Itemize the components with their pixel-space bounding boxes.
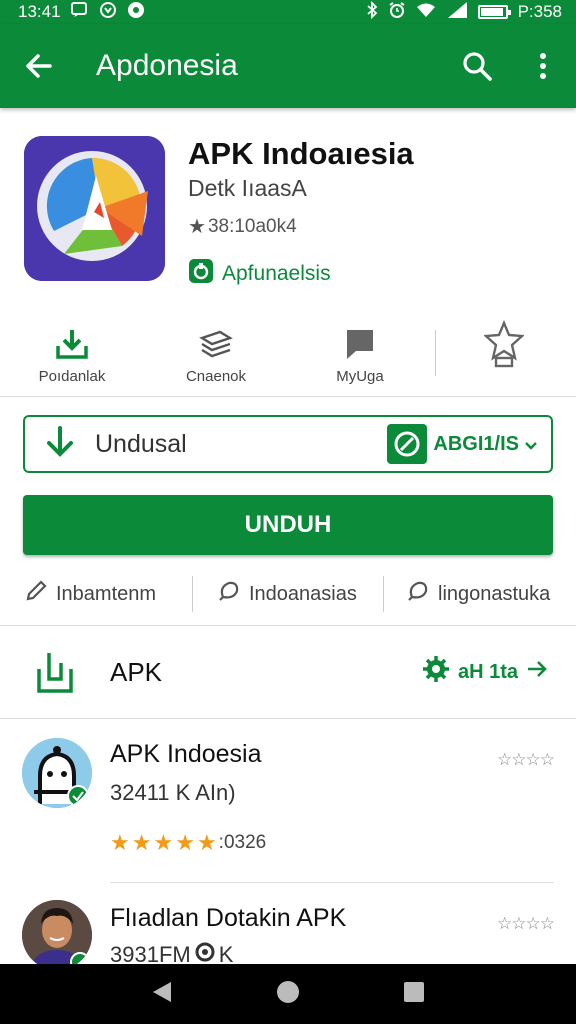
alarm-icon — [99, 1, 117, 23]
version-select-label: Undusal — [95, 429, 187, 458]
apk-row-label: APK — [110, 656, 163, 687]
apk-file-icon — [0, 649, 110, 695]
apk-row-more[interactable]: aH 1ta — [422, 655, 576, 689]
tag-row: Inbamtenm Indoanasias lingonastuka — [0, 572, 576, 616]
review-rating-small: ☆☆☆☆ — [497, 914, 555, 933]
alarm-clock-icon — [388, 1, 406, 23]
more-vert-icon[interactable] — [510, 51, 576, 81]
avatar[interactable] — [22, 738, 92, 808]
apk-row[interactable]: APK aH 1ta — [0, 628, 576, 716]
app-name: APK Indoaıesia — [188, 136, 414, 171]
arrow-right-icon — [526, 659, 548, 685]
system-nav-bar — [0, 964, 576, 1024]
bluetooth-icon — [366, 0, 378, 23]
tag-item[interactable]: lingonastuka — [384, 579, 550, 609]
home-circle-icon[interactable] — [276, 980, 300, 1009]
back-arrow-icon[interactable] — [0, 51, 78, 81]
download-arrow-icon — [45, 425, 75, 463]
download-button[interactable]: UNDUH — [23, 495, 553, 555]
tag-icon — [217, 579, 241, 609]
layers-icon — [198, 326, 234, 362]
version-text: ABGI1/IS — [433, 432, 519, 455]
app-rating-text: 38:10a0k4 — [207, 215, 297, 237]
review-rating: ★ ★ ★ ★ ★ :0326 — [110, 830, 266, 856]
list-item[interactable]: APK Indoesia ☆☆☆☆ 32411 K AIn) ★ ★ ★ ★ ★… — [0, 720, 576, 882]
bookmark-icon — [344, 326, 376, 362]
star-icon: ★ — [196, 830, 217, 855]
app-bar-title: Apdonesia — [96, 49, 238, 82]
divider — [0, 718, 576, 719]
app-chip-icon — [387, 424, 428, 464]
search-icon[interactable] — [444, 50, 510, 82]
app-badge-text: Apfunaelsis — [222, 262, 331, 285]
star-icon: ★ — [188, 216, 206, 238]
action-layers[interactable]: Cnaenok — [144, 318, 288, 394]
shield-icon — [188, 258, 214, 290]
signal-icon — [446, 2, 468, 22]
tag-label: Indoanasias — [249, 582, 357, 605]
review-rating-small: ☆☆☆☆ — [497, 750, 555, 769]
app-header: APK Indoaıesia Detk IıaasA ★ 38:10a0k4 A… — [0, 108, 576, 308]
divider — [110, 882, 554, 883]
dot-icon — [127, 1, 145, 23]
dropdown-caret-icon — [525, 433, 537, 456]
status-bar: 13:41 P:358 — [0, 0, 576, 24]
star-icon: ★ — [110, 830, 130, 855]
tag-item[interactable]: Inbamtenm — [0, 579, 192, 609]
status-right-text: P:358 — [517, 2, 562, 21]
action-bookmark[interactable]: MyUga — [288, 318, 432, 394]
review-name: APK Indoesia — [110, 740, 262, 768]
tag-icon — [406, 579, 430, 609]
tag-item[interactable]: Indoanasias — [193, 579, 383, 609]
divider — [0, 396, 576, 397]
app-badge: Apfunaelsis — [188, 258, 331, 290]
apk-row-more-text: aH 1ta — [457, 660, 518, 683]
app-developer[interactable]: Detk IıaasA — [188, 175, 307, 202]
tag-label: lingonastuka — [438, 582, 551, 605]
star-trophy-icon — [484, 320, 524, 368]
star-icon: ★ — [131, 830, 152, 855]
divider — [435, 330, 436, 376]
review-name: Flıadlan Dotakin APK — [110, 904, 347, 932]
action-layers-label: Cnaenok — [185, 368, 247, 385]
pencil-icon — [24, 579, 48, 609]
status-time: 13:41 — [18, 2, 61, 21]
wifi-icon — [416, 2, 436, 22]
list-item[interactable]: Flıadlan Dotakin APK ☆☆☆☆ 3931FM K — [0, 884, 576, 970]
notification-icon — [70, 2, 89, 22]
action-star[interactable] — [432, 318, 576, 394]
version-select-value: ABGI1/IS — [387, 424, 537, 464]
review-rating-text: :0326 — [218, 832, 267, 853]
review-subtitle: 32411 K AIn) — [110, 780, 236, 805]
app-bar: Apdonesia — [0, 24, 576, 108]
divider — [0, 625, 576, 626]
version-select[interactable]: Undusal ABGI1/IS — [23, 415, 553, 473]
star-icon: ★ — [175, 830, 195, 855]
action-bookmark-label: MyUga — [336, 368, 384, 385]
star-icon: ★ — [153, 830, 174, 855]
action-row: Poıdanlak Cnaenok MyUga — [0, 318, 576, 394]
app-icon[interactable] — [24, 136, 165, 281]
recents-square-icon[interactable] — [403, 981, 425, 1008]
tag-label: Inbamtenm — [56, 582, 157, 605]
battery-icon — [477, 5, 511, 19]
back-triangle-icon[interactable] — [151, 980, 173, 1009]
avatar[interactable] — [22, 900, 92, 970]
gear-icon — [422, 655, 450, 689]
app-rating: ★ 38:10a0k4 — [188, 214, 297, 239]
action-install-label: Poıdanlak — [38, 368, 106, 385]
download-tray-icon — [55, 326, 89, 362]
action-install[interactable]: Poıdanlak — [0, 318, 144, 394]
